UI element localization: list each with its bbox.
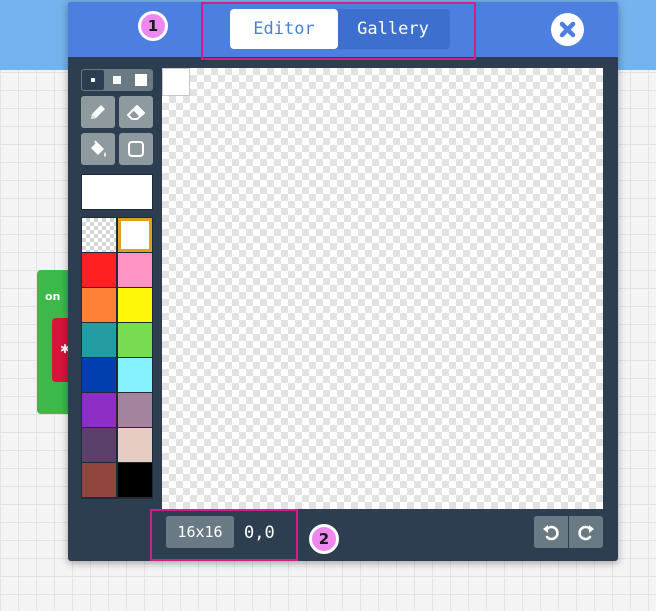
large-square-icon [135,74,147,86]
close-icon [559,21,576,38]
color-swatch[interactable] [118,253,152,287]
small-square-icon [91,78,95,82]
brush-size-large[interactable] [130,70,152,90]
color-swatch[interactable] [118,218,152,252]
color-swatch[interactable] [118,393,152,427]
redo-icon [578,525,594,541]
drawing-canvas[interactable] [162,68,603,509]
color-swatch[interactable] [118,428,152,462]
undo-icon [543,525,559,541]
eraser-icon [127,105,145,120]
pencil-icon [91,105,105,119]
rectangle-icon [128,141,144,157]
color-swatch[interactable] [82,463,116,497]
callout-badge-1: 1 [138,11,168,41]
color-swatch[interactable] [82,288,116,322]
brush-size-small[interactable] [82,70,104,90]
pencil-tool-button[interactable] [81,96,115,128]
close-button[interactable] [551,13,584,46]
color-swatch[interactable] [118,323,152,357]
brush-size-selector [81,69,153,91]
sprite-editor-dialog: Editor Gallery 16x16 0,0 1 2 [68,2,618,561]
tab-callout-box [201,2,476,60]
color-swatch[interactable] [82,428,116,462]
color-swatch[interactable] [82,218,116,252]
undo-button[interactable] [534,516,568,548]
color-swatch[interactable] [118,288,152,322]
block-label: on [45,290,61,303]
color-swatch[interactable] [82,358,116,392]
canvas-pixel-preview [162,68,190,96]
color-swatch[interactable] [82,323,116,357]
callout-badge-2: 2 [309,524,339,554]
fill-bucket-icon [91,140,106,157]
footer-callout-box [150,509,298,561]
current-color-preview [81,174,153,210]
fill-tool-button[interactable] [81,133,115,165]
eraser-tool-button[interactable] [119,96,153,128]
color-swatch[interactable] [118,358,152,392]
color-swatch[interactable] [82,253,116,287]
redo-button[interactable] [569,516,603,548]
brush-size-medium[interactable] [106,70,128,90]
color-swatch[interactable] [82,393,116,427]
color-palette [81,217,153,499]
medium-square-icon [113,76,121,84]
color-swatch[interactable] [118,463,152,497]
rectangle-tool-button[interactable] [119,133,153,165]
